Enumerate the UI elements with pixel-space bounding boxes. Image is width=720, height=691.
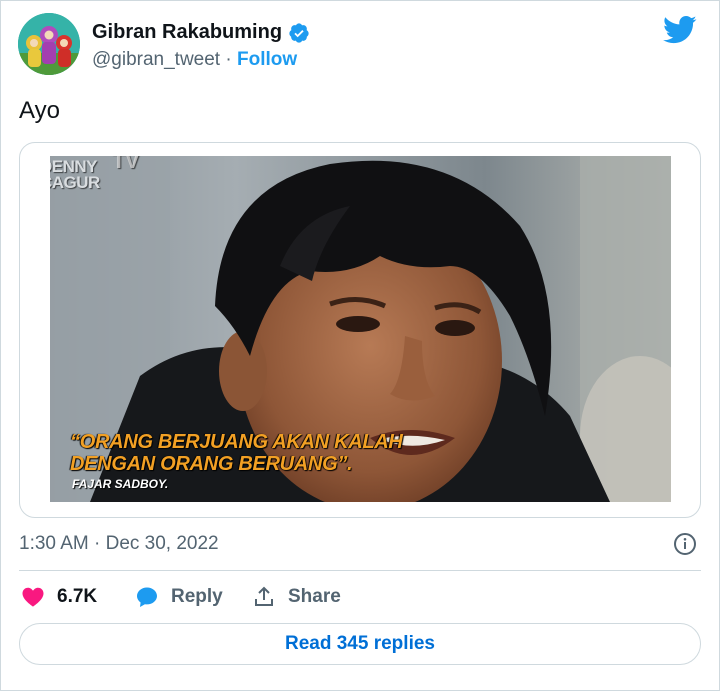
- watermark-line2: CAGUR: [50, 173, 100, 192]
- separator-dot: ·: [225, 49, 232, 70]
- tweet-text: Ayo: [19, 97, 60, 124]
- like-button[interactable]: 6.7K: [21, 584, 97, 610]
- divider: [19, 570, 701, 571]
- read-replies-button[interactable]: Read 345 replies: [19, 623, 701, 665]
- heart-icon: [22, 587, 44, 607]
- author-handle-row: @gibran_tweet · Follow: [92, 49, 297, 71]
- author-handle[interactable]: @gibran_tweet: [92, 49, 220, 70]
- tweet-timestamp[interactable]: 1:30 AM · Dec 30, 2022: [19, 533, 219, 555]
- verified-badge-icon: [289, 22, 309, 43]
- share-button[interactable]: Share: [252, 584, 341, 610]
- watermark-tv: TV: [112, 156, 140, 173]
- reply-label: Reply: [171, 586, 223, 607]
- share-label: Share: [288, 586, 341, 607]
- info-icon[interactable]: [673, 532, 697, 556]
- caption-line1: “ORANG BERJUANG AKAN KALAH: [70, 431, 403, 453]
- follow-button[interactable]: Follow: [237, 49, 297, 70]
- reply-button[interactable]: Reply: [135, 584, 223, 610]
- twitter-bird-icon[interactable]: [663, 15, 697, 45]
- author-name-text[interactable]: Gibran Rakabuming: [92, 21, 282, 44]
- image-caption: “ORANG BERJUANG AKAN KALAH DENGAN ORANG …: [70, 431, 403, 475]
- caption-line2: DENGAN ORANG BERUANG”.: [70, 453, 353, 475]
- reply-bubble-icon: [137, 587, 157, 607]
- avatar[interactable]: [18, 13, 80, 75]
- tweet-media-image[interactable]: DENNY CAGUR TV “ORANG BERJUANG AKAN KALA…: [50, 156, 671, 502]
- like-count: 6.7K: [57, 586, 98, 607]
- tweet-card: Gibran Rakabuming @gibran_tweet · Follow…: [0, 0, 720, 691]
- caption-source: FAJAR SADBOY.: [72, 477, 169, 491]
- author-name[interactable]: Gibran Rakabuming: [92, 21, 310, 44]
- share-icon: [255, 586, 273, 606]
